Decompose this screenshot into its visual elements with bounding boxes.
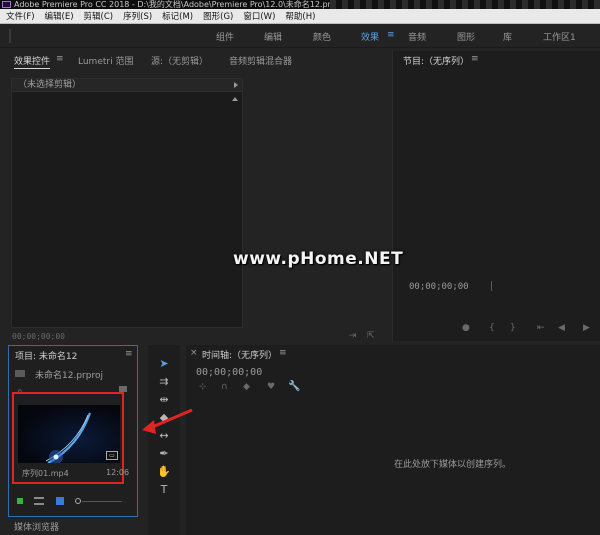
list-view-icon[interactable] <box>34 497 44 505</box>
folder-icon <box>15 370 25 377</box>
selection-tool-icon[interactable]: ➤ <box>157 357 171 371</box>
mark-out-icon[interactable]: } <box>510 323 516 333</box>
effect-controls-tabs: 效果控件 ≡ Lumetri 范围 源:（无剪辑） 音频剪辑混合器 <box>8 51 391 69</box>
tab-lumetri-scopes[interactable]: Lumetri 范围 <box>78 54 133 67</box>
workspace-tab-custom[interactable]: 工作区1 <box>543 30 576 43</box>
snap-icon[interactable]: ⊹ <box>199 382 207 392</box>
timeline-menu-icon[interactable]: ≡ <box>279 348 287 358</box>
premiere-logo-icon <box>2 1 11 8</box>
workspace-tab-color[interactable]: 颜色 <box>313 30 331 43</box>
track-select-tool-icon[interactable]: ⇉ <box>157 375 171 389</box>
effect-controls-body: （未选择剪辑） <box>11 78 243 328</box>
export-frame-icon[interactable]: ⇥ <box>349 331 357 341</box>
add-marker-icon[interactable]: ● <box>462 323 470 333</box>
panel-menu-icon[interactable]: ≡ <box>56 54 64 64</box>
window-title-bar: Adobe Premiere Pro CC 2018 - D:\我的文档\Ado… <box>0 0 600 9</box>
workspace-bar: 组件 编辑 颜色 效果 ≡ 音频 图形 库 工作区1 <box>0 24 600 48</box>
tab-effect-controls[interactable]: 效果控件 <box>14 54 51 69</box>
workspace-tab-assembly[interactable]: 组件 <box>216 30 234 43</box>
menu-clip[interactable]: 剪辑(C) <box>84 10 114 22</box>
icon-view-icon[interactable] <box>56 497 64 505</box>
tab-audio-clip-mixer[interactable]: 音频剪辑混合器 <box>229 54 292 67</box>
menu-graphics[interactable]: 图形(G) <box>203 10 233 22</box>
share-icon[interactable]: ⇱ <box>367 331 375 341</box>
project-panel: 项目: 未命名12 ≡ 未命名12.prproj ⌕ ▭ 序列01.mp4 12… <box>8 345 138 517</box>
type-tool-icon[interactable]: T <box>157 483 171 497</box>
lock-icon[interactable] <box>17 498 23 504</box>
scroll-up-icon[interactable] <box>232 97 238 101</box>
timeline-close-icon[interactable]: × <box>190 348 198 358</box>
menu-help[interactable]: 帮助(H) <box>285 10 315 22</box>
pen-tool-icon[interactable]: ✒ <box>157 447 171 461</box>
workspace-tab-libraries[interactable]: 库 <box>503 30 512 43</box>
program-monitor-header: 节目:（无序列） ≡ <box>393 51 600 67</box>
linked-selection-icon[interactable]: ∩ <box>221 382 228 392</box>
watermark-text: www.pHome.NET <box>233 249 404 269</box>
menu-window[interactable]: 窗口(W) <box>243 10 275 22</box>
add-marker-timeline-icon[interactable]: ◆ <box>243 382 250 392</box>
tab-source[interactable]: 源:（无剪辑） <box>151 54 208 67</box>
program-monitor-panel: 节目:（无序列） ≡ 00;00;00;00 ● { } ⇤ ◀ ▶ <box>392 51 600 341</box>
timeline-panel: × 时间轴:（无序列） ≡ 00;00;00;00 ⊹ ∩ ◆ ♥ 🔧 在此处放… <box>186 345 600 535</box>
play-icon[interactable]: ▶ <box>583 323 590 333</box>
clip-name: 序列01.mp4 <box>22 469 69 478</box>
mark-in-icon[interactable]: { <box>489 323 495 333</box>
expand-triangle-icon[interactable] <box>234 82 238 88</box>
go-to-in-icon[interactable]: ⇤ <box>537 323 545 333</box>
step-back-icon[interactable]: ◀ <box>558 323 565 333</box>
menu-bar: 文件(F) 编辑(E) 剪辑(C) 序列(S) 标记(M) 图形(G) 窗口(W… <box>0 9 600 24</box>
workspace-tab-effects[interactable]: 效果 <box>361 30 379 43</box>
workspace-tab-audio[interactable]: 音频 <box>408 30 426 43</box>
clip-type-icon: ▭ <box>106 451 118 460</box>
effect-controls-panel: 效果控件 ≡ Lumetri 范围 源:（无剪辑） 音频剪辑混合器 （未选择剪辑… <box>8 51 391 341</box>
workspace-tab-graphics[interactable]: 图形 <box>457 30 475 43</box>
zoom-slider-handle[interactable] <box>75 498 81 504</box>
thumbnail-light-streak-icon <box>45 412 92 463</box>
menu-edit[interactable]: 编辑(E) <box>45 10 74 22</box>
clip-duration: 12:06 <box>106 468 130 477</box>
menu-file[interactable]: 文件(F) <box>6 10 35 22</box>
wrench-icon[interactable]: 🔧 <box>288 381 300 392</box>
no-clip-selected-row: （未选择剪辑） <box>12 79 242 92</box>
timeline-marker-icon[interactable]: ♥ <box>267 382 275 392</box>
program-menu-icon[interactable]: ≡ <box>471 54 479 64</box>
program-timecode: 00;00;00;00 <box>409 282 469 292</box>
menu-marker[interactable]: 标记(M) <box>162 10 193 22</box>
timeline-timecode: 00;00;00;00 <box>196 367 263 378</box>
annotation-arrow-icon <box>142 408 193 434</box>
title-bar-decoration <box>330 0 600 9</box>
menu-sequence[interactable]: 序列(S) <box>123 10 152 22</box>
workspace-menu-icon[interactable]: ≡ <box>387 30 395 40</box>
project-menu-icon[interactable]: ≡ <box>125 349 133 359</box>
project-file-name: 未命名12.prproj <box>35 371 103 381</box>
highlighted-clip-box: ▭ 序列01.mp4 12:06 <box>12 392 129 484</box>
tab-media-browser[interactable]: 媒体浏览器 <box>14 520 59 533</box>
effect-controls-timecode: 00;00;00;00 <box>12 332 65 341</box>
timeline-title[interactable]: 时间轴:（无序列） <box>202 348 277 362</box>
no-clip-label: （未选择剪辑） <box>18 80 82 90</box>
timeline-empty-message: 在此处放下媒体以创建序列。 <box>394 460 512 470</box>
zoom-slider-track[interactable] <box>82 501 122 502</box>
program-monitor-title[interactable]: 节目:（无序列） <box>403 54 469 68</box>
hand-tool-icon[interactable]: ✋ <box>157 465 171 479</box>
playhead-marker <box>491 281 492 291</box>
workspace-tab-editing[interactable]: 编辑 <box>264 30 282 43</box>
clip-thumbnail[interactable] <box>18 405 120 463</box>
window-title: Adobe Premiere Pro CC 2018 - D:\我的文档\Ado… <box>14 0 353 9</box>
workspace-grip <box>9 29 11 43</box>
project-title[interactable]: 项目: 未命名12 <box>15 349 77 363</box>
